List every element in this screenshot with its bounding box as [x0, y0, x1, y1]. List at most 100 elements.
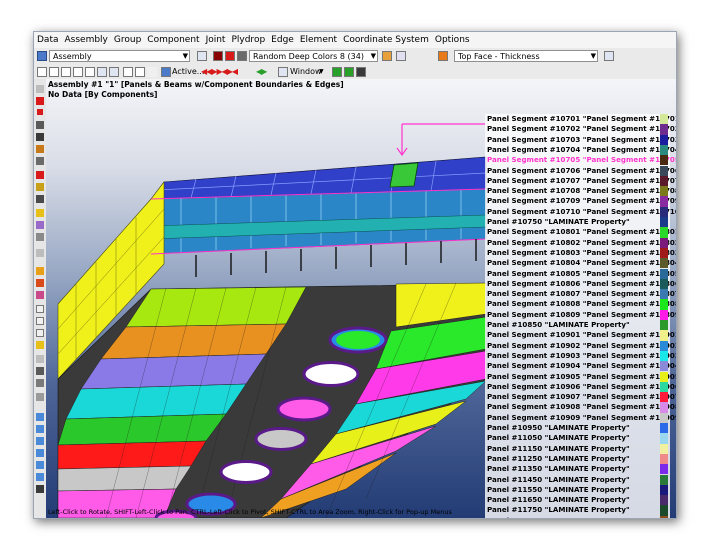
legend-item[interactable]: Panel #10950 "LAMINATE Property": [487, 423, 630, 433]
legend-item[interactable]: Panel Segment #10905 "Panel Segment #109…: [487, 372, 676, 382]
view-front-icon[interactable]: [36, 437, 44, 445]
result-options-icon[interactable]: [604, 51, 614, 61]
active-label[interactable]: Active...: [172, 66, 204, 78]
view-reset-icon[interactable]: [36, 473, 44, 481]
menu-data[interactable]: Data: [34, 32, 62, 48]
legend-item[interactable]: Panel Segment #10703 "Panel Segment #107…: [487, 135, 676, 145]
legend-item[interactable]: Panel #11650 "LAMINATE Property": [487, 495, 630, 505]
connect-icon[interactable]: [36, 195, 44, 203]
chevron-down-icon[interactable]: ▼: [319, 66, 324, 78]
frame-icon[interactable]: [36, 329, 44, 337]
assembly-select[interactable]: Assembly ▼: [49, 50, 190, 62]
legend-item[interactable]: Panel Segment #10708 "Panel Segment #107…: [487, 186, 676, 196]
camera-view-icon[interactable]: [36, 485, 44, 493]
legend-item[interactable]: Panel #11350 "LAMINATE Property": [487, 464, 630, 474]
highlight-icon[interactable]: [36, 341, 44, 349]
view-edges-icon[interactable]: [109, 67, 119, 77]
model-viewport[interactable]: Assembly #1 "1" [Panels & Beams w/Compon…: [46, 79, 676, 518]
edit-icon[interactable]: [344, 67, 354, 77]
legend-item[interactable]: Panel Segment #10809 "Panel Segment #108…: [487, 310, 676, 320]
legend-item[interactable]: Panel Segment #10907 "Panel Segment #109…: [487, 392, 676, 402]
highlighted-segment[interactable]: [389, 162, 419, 188]
view-shaded-icon[interactable]: [97, 67, 107, 77]
view-split-icon[interactable]: [49, 67, 59, 77]
view-side-icon[interactable]: [36, 449, 44, 457]
menu-coordinate-system[interactable]: Coordinate System: [340, 32, 432, 48]
active-icon[interactable]: [161, 67, 171, 77]
palette-icon[interactable]: [382, 51, 392, 61]
legend-item[interactable]: Panel Segment #10709 "Panel Segment #107…: [487, 196, 676, 206]
legend-item[interactable]: Panel #11250 "LAMINATE Property": [487, 454, 630, 464]
legend-item[interactable]: Panel #11050 "LAMINATE Property": [487, 433, 630, 443]
legend-item[interactable]: Panel Segment #10803 "Panel Segment #108…: [487, 248, 676, 258]
star-icon[interactable]: [147, 67, 157, 77]
color-swatch-gray-icon[interactable]: [237, 51, 247, 61]
legend-item[interactable]: Panel Segment #10901 "Panel Segment #109…: [487, 330, 676, 340]
legend-item[interactable]: Panel Segment #10804 "Panel Segment #108…: [487, 258, 676, 268]
select-arrow-icon[interactable]: [36, 85, 44, 93]
legend-item[interactable]: Panel Segment #10903 "Panel Segment #109…: [487, 351, 676, 361]
curve-icon[interactable]: [36, 233, 44, 241]
view-wire-icon[interactable]: [73, 67, 83, 77]
legend-item[interactable]: Panel Segment #10702 "Panel Segment #107…: [487, 124, 676, 134]
ply-stack-alt-icon[interactable]: [36, 279, 44, 287]
legend-item[interactable]: Panel Segment #10704 "Panel Segment #107…: [487, 145, 676, 155]
legend-item[interactable]: Panel Segment #10802 "Panel Segment #108…: [487, 238, 676, 248]
scale-icon[interactable]: [36, 393, 44, 401]
layers-icon[interactable]: [36, 183, 44, 191]
legend-item[interactable]: Panel Segment #10906 "Panel Segment #109…: [487, 382, 676, 392]
grid-select-icon[interactable]: [36, 355, 44, 363]
ply-drop-icon[interactable]: [36, 291, 44, 299]
no-entry-icon[interactable]: [36, 97, 44, 105]
plydrop-icon[interactable]: [36, 209, 44, 217]
assembly-type-icon[interactable]: [37, 51, 47, 61]
legend-item[interactable]: Panel #11750 "LAMINATE Property": [487, 505, 630, 515]
legend-item[interactable]: Panel Segment #10706 "Panel Segment #107…: [487, 166, 676, 176]
link-icon[interactable]: [36, 157, 44, 165]
menu-element[interactable]: Element: [297, 32, 340, 48]
menu-joint[interactable]: Joint: [203, 32, 229, 48]
camera-icon[interactable]: [356, 67, 366, 77]
legend-item[interactable]: Panel Segment #10805 "Panel Segment #108…: [487, 269, 676, 279]
grid-icon[interactable]: [197, 51, 207, 61]
menu-edge[interactable]: Edge: [268, 32, 297, 48]
navigation-arrows-icon[interactable]: ◀◀▶▶◀▶◀: [201, 66, 238, 78]
check-icon[interactable]: [332, 67, 342, 77]
legend-item[interactable]: Panel Segment #10902 "Panel Segment #109…: [487, 341, 676, 351]
view-top-icon[interactable]: [36, 425, 44, 433]
zoom-icon[interactable]: [123, 67, 133, 77]
add-node-icon[interactable]: [37, 109, 43, 115]
legend-item[interactable]: Panel Segment #10806 "Panel Segment #108…: [487, 279, 676, 289]
step-arrows-icon[interactable]: ◀▶: [256, 66, 267, 78]
legend-item[interactable]: Panel #11150 "LAMINATE Property": [487, 444, 630, 454]
component-legend[interactable]: Panel Segment #10701 "Panel Segment #107…: [485, 114, 676, 518]
i-beam-icon[interactable]: [36, 133, 44, 141]
legend-item[interactable]: Panel Segment #10909 "Panel Segment #109…: [487, 413, 676, 423]
legend-item[interactable]: Panel Segment #10908 "Panel Segment #109…: [487, 402, 676, 412]
tool-icon[interactable]: [36, 249, 44, 257]
box-icon[interactable]: [36, 317, 44, 325]
menu-component[interactable]: Component: [144, 32, 202, 48]
ply-stack-icon[interactable]: [36, 267, 44, 275]
legend-item[interactable]: Panel #11450 "LAMINATE Property": [487, 475, 630, 485]
legend-item[interactable]: Panel Segment #10701 "Panel Segment #107…: [487, 114, 676, 124]
view-quad-icon[interactable]: [61, 67, 71, 77]
legend-item[interactable]: Panel Segment #10801 "Panel Segment #108…: [487, 227, 676, 237]
sort-order-icon[interactable]: [396, 51, 406, 61]
add-element-icon[interactable]: [36, 171, 44, 179]
legend-item[interactable]: Panel Segment #10707 "Panel Segment #107…: [487, 176, 676, 186]
legend-item[interactable]: Panel Segment #10808 "Panel Segment #108…: [487, 299, 676, 309]
menu-group[interactable]: Group: [111, 32, 144, 48]
color-swatch-red-icon[interactable]: [225, 51, 235, 61]
view-hidden-icon[interactable]: [85, 67, 95, 77]
eraser-icon[interactable]: [36, 305, 44, 313]
color-swatch-dark-red-icon[interactable]: [213, 51, 223, 61]
legend-item[interactable]: Panel Segment #10710 "Panel Segment #107…: [487, 207, 676, 217]
pointer-icon[interactable]: [36, 367, 44, 375]
group-icon[interactable]: [36, 145, 44, 153]
window-menu-label[interactable]: Window: [290, 66, 322, 78]
pivot-icon[interactable]: [135, 67, 145, 77]
legend-item[interactable]: Panel Segment #10807 "Panel Segment #108…: [487, 289, 676, 299]
view-iso-icon[interactable]: [36, 461, 44, 469]
view-single-icon[interactable]: [37, 67, 47, 77]
